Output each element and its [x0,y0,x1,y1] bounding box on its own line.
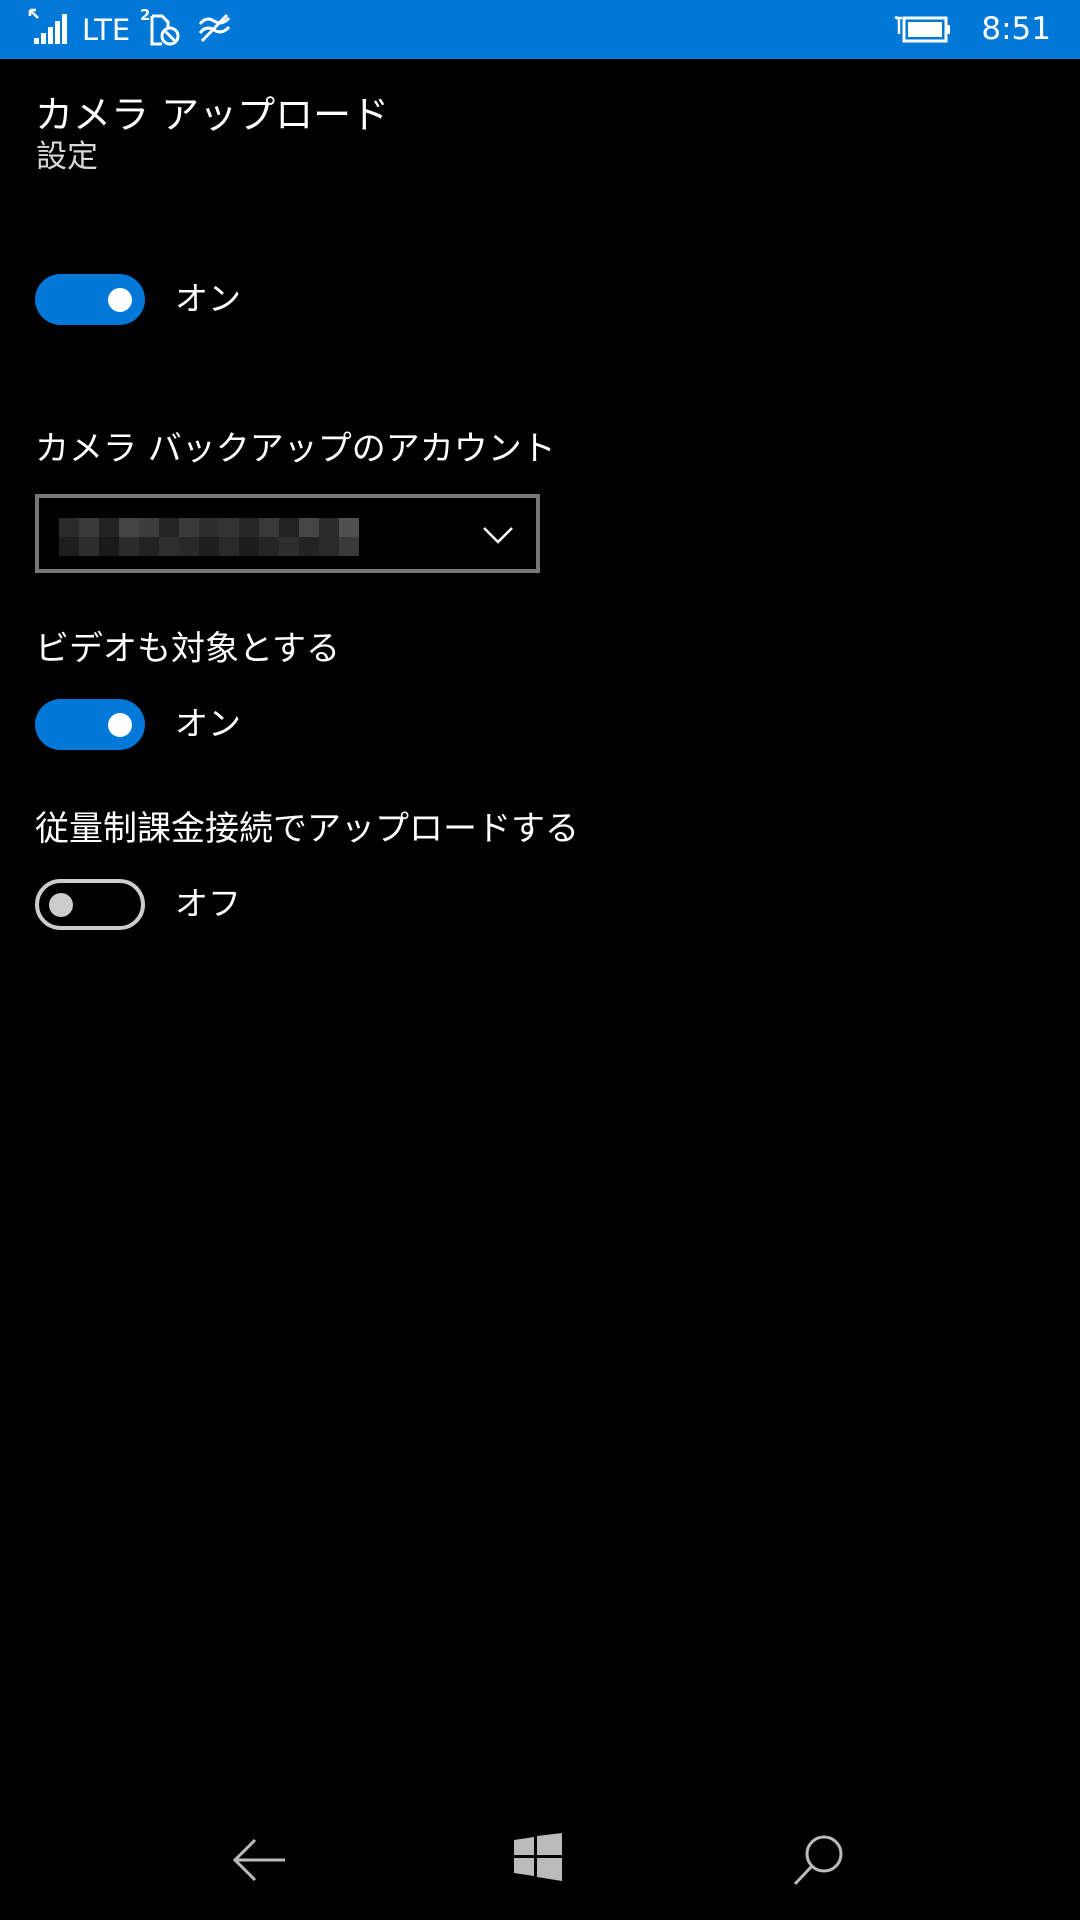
app-title: カメラ アップロード [35,93,390,137]
toggle-knob [108,287,132,312]
network-type: LTE [82,13,131,47]
include-videos-toggle[interactable] [35,699,145,750]
metered-upload-label: 従量制課金接続でアップロードする [35,809,579,849]
sim-icon: 2 [140,8,182,48]
toggle-knob [108,712,132,737]
metered-upload-toggle[interactable] [35,879,145,930]
include-videos-state: オン [175,704,241,743]
back-arrow-icon[interactable] [233,1838,287,1882]
search-icon[interactable] [792,1833,846,1887]
camera-upload-state: オン [175,279,241,318]
account-value-obscured [59,518,359,556]
status-bar: LTE 2 8:51 [0,0,1080,59]
signal-icon [28,8,67,44]
page-subtitle: 設定 [36,139,98,175]
wifi-icon [198,13,231,43]
windows-logo-icon[interactable] [514,1833,562,1881]
chevron-down-icon [483,527,513,544]
camera-upload-toggle[interactable] [35,274,145,325]
battery-icon [894,16,950,43]
backup-account-label: カメラ バックアップのアカウント [35,429,556,469]
metered-upload-state: オフ [175,884,241,923]
backup-account-dropdown[interactable] [35,494,540,573]
clock: 8:51 [981,11,1051,47]
toggle-knob [49,892,73,917]
include-videos-label: ビデオも対象とする [35,629,340,669]
